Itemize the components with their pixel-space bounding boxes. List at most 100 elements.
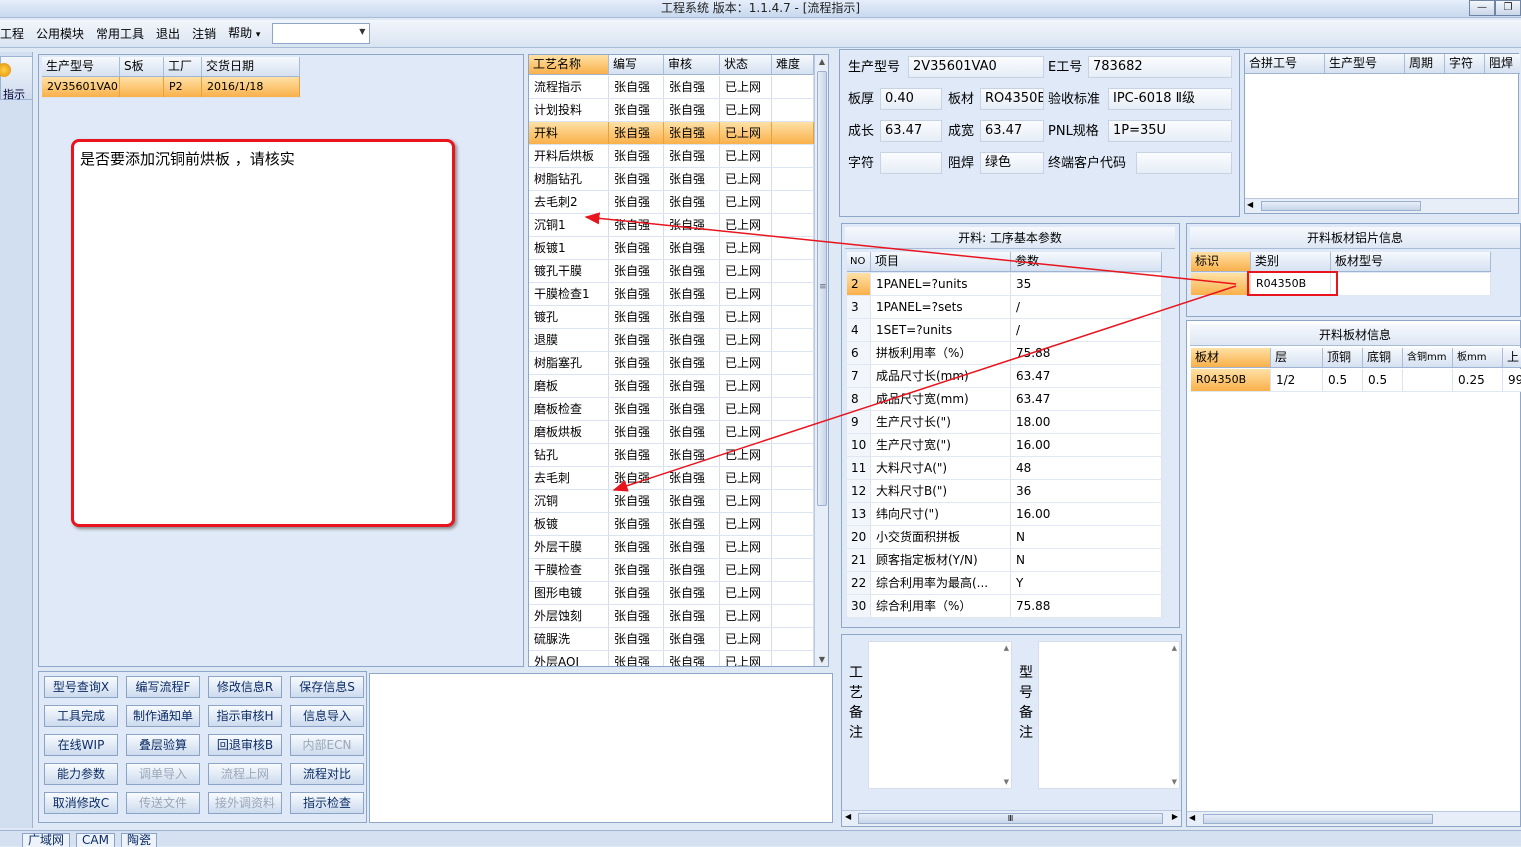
table-row[interactable]: 外层蚀刻 张自强 张自强 已上网 — [529, 605, 814, 628]
col-header-no[interactable]: NO — [847, 252, 871, 271]
restore-icon[interactable]: ❐ — [1495, 0, 1521, 16]
table-row[interactable]: 9 生产尺寸长(") 18.00 — [847, 411, 1162, 434]
tab-ceramic[interactable]: 陶瓷 — [121, 833, 158, 847]
col-header-board-mm[interactable]: 板mm — [1453, 348, 1503, 367]
field-prod-no[interactable]: 2V35601VA0 — [908, 56, 1044, 78]
table-row[interactable]: 10 生产尺寸宽(") 16.00 — [847, 434, 1162, 457]
action-button-0-1[interactable]: 编写流程F — [126, 676, 200, 698]
table-row[interactable]: 8 成品尺寸宽(mm) 63.47 — [847, 388, 1162, 411]
action-button-2-0[interactable]: 在线WIP — [44, 734, 118, 756]
action-button-1-0[interactable]: 工具完成 — [44, 705, 118, 727]
material-hscrollbar[interactable]: ◀ — [1187, 811, 1520, 826]
col-header-bottom-cu[interactable]: 底铜 — [1363, 348, 1403, 367]
tab-wan[interactable]: 广域网 — [22, 833, 71, 847]
col-header-cu-mm[interactable]: 含铜mm — [1403, 348, 1453, 367]
table-row[interactable]: 图形电镀 张自强 张自强 已上网 — [529, 582, 814, 605]
table-row[interactable]: 磨板 张自强 张自强 已上网 — [529, 375, 814, 398]
table-row[interactable]: 树脂塞孔 张自强 张自强 已上网 — [529, 352, 814, 375]
merge-hscrollbar[interactable]: ◀ — [1245, 198, 1518, 213]
table-row[interactable]: 11 大料尺寸A(") 48 — [847, 457, 1162, 480]
action-button-0-2[interactable]: 修改信息R — [208, 676, 282, 698]
toolbar-combo[interactable]: ▼ — [272, 23, 371, 44]
field-pnl[interactable]: 1P=35U — [1108, 120, 1232, 142]
col-header-item[interactable]: 项目 — [871, 252, 1011, 271]
table-row[interactable]: 退膜 张自强 张自强 已上网 — [529, 329, 814, 352]
remarks-hscrollbar[interactable]: ◀ Ⅲ ▶ — [842, 810, 1181, 826]
action-button-4-2[interactable]: 接外调资料 — [208, 792, 282, 814]
action-button-0-0[interactable]: 型号查询X — [44, 676, 118, 698]
table-row[interactable]: 镀孔干膜 张自强 张自强 已上网 — [529, 260, 814, 283]
col-header-author[interactable]: 编写 — [609, 55, 664, 74]
table-row[interactable]: 12 大料尺寸B(") 36 — [847, 480, 1162, 503]
model-remark-input[interactable]: ▲ ▼ — [1038, 641, 1180, 789]
action-button-2-1[interactable]: 叠层验算 — [126, 734, 200, 756]
action-button-1-3[interactable]: 信息导入 — [290, 705, 364, 727]
table-row[interactable]: 开料后烘板 张自强 张自强 已上网 — [529, 145, 814, 168]
table-row[interactable]: 开料 张自强 张自强 已上网 — [529, 122, 814, 145]
action-button-2-2[interactable]: 回退审核B — [208, 734, 282, 756]
table-row[interactable]: 2V35601VA0 P2 2016/1/18 — [42, 77, 300, 98]
table-row[interactable]: 干膜检查1 张自强 张自强 已上网 — [529, 283, 814, 306]
col-header-merge-prod[interactable]: 生产型号 — [1325, 54, 1405, 73]
col-header-merge-char[interactable]: 字符 — [1445, 54, 1485, 73]
col-header-top-cu[interactable]: 顶铜 — [1323, 348, 1363, 367]
menu-logout[interactable]: 注销 — [186, 21, 222, 47]
table-row[interactable]: 2 1PANEL=?units 35 — [847, 273, 1162, 296]
col-header-merge-mask[interactable]: 阻焊 — [1485, 54, 1520, 73]
table-row[interactable]: 镀孔 张自强 张自强 已上网 — [529, 306, 814, 329]
col-header-material[interactable]: 板材 — [1191, 348, 1271, 367]
table-row[interactable]: 磨板烘板 张自强 张自强 已上网 — [529, 421, 814, 444]
table-row[interactable]: 干膜检查 张自强 张自强 已上网 — [529, 559, 814, 582]
field-length[interactable]: 63.47 — [880, 120, 942, 142]
table-row[interactable]: 沉铜1 张自强 张自强 已上网 — [529, 214, 814, 237]
scroll-left-icon[interactable]: ◀ — [845, 812, 851, 821]
action-button-3-0[interactable]: 能力参数 — [44, 763, 118, 785]
scroll-thumb[interactable]: Ⅲ — [858, 813, 1163, 824]
process-scrollbar[interactable]: ▲ ≡ ▼ — [814, 55, 828, 666]
field-mask[interactable]: 绿色 — [980, 152, 1044, 174]
table-row[interactable]: 磨板检查 张自强 张自强 已上网 — [529, 398, 814, 421]
table-row[interactable]: 钻孔 张自强 张自强 已上网 — [529, 444, 814, 467]
tab-cam[interactable]: CAM — [76, 833, 115, 847]
col-header-s-board[interactable]: S板 — [120, 57, 164, 76]
field-customer[interactable] — [1136, 152, 1232, 174]
table-row[interactable]: 计划投料 张自强 张自强 已上网 — [529, 99, 814, 122]
col-header-delivery-date[interactable]: 交货日期 — [202, 57, 300, 76]
log-textarea[interactable] — [369, 673, 833, 823]
table-row[interactable]: 硫脲洗 张自强 张自强 已上网 — [529, 628, 814, 651]
menu-help[interactable]: 帮助 ▾ — [222, 20, 266, 48]
menu-common-modules[interactable]: 公用模块 — [30, 21, 90, 47]
scroll-down-icon[interactable]: ▼ — [1172, 778, 1177, 786]
table-row[interactable]: 3 1PANEL=?sets / — [847, 296, 1162, 319]
action-button-1-1[interactable]: 制作通知单 — [126, 705, 200, 727]
table-row[interactable]: 13 纬向尺寸(") 16.00 — [847, 503, 1162, 526]
scroll-up-icon[interactable]: ▲ — [815, 55, 828, 69]
menu-common-tools[interactable]: 常用工具 — [90, 21, 150, 47]
col-header-param[interactable]: 参数 — [1011, 252, 1162, 271]
scroll-right-icon[interactable]: ▶ — [1172, 812, 1178, 821]
field-width[interactable]: 63.47 — [980, 120, 1044, 142]
col-header-layer[interactable]: 层 — [1271, 348, 1323, 367]
scroll-up-icon[interactable]: ▲ — [1172, 644, 1177, 652]
field-e-no[interactable]: 783682 — [1088, 56, 1232, 78]
table-row[interactable]: 板镀1 张自强 张自强 已上网 — [529, 237, 814, 260]
scroll-thumb[interactable] — [1203, 814, 1433, 824]
table-row[interactable]: 流程指示 张自强 张自强 已上网 — [529, 76, 814, 99]
table-row[interactable]: 外层AOI 张自强 张自强 已上网 — [529, 651, 814, 666]
instruction-button[interactable]: 指示 — [0, 56, 33, 101]
col-header-prod-no[interactable]: 生产型号 — [42, 57, 120, 76]
col-header-cycle[interactable]: 周期 — [1405, 54, 1445, 73]
table-row[interactable]: 树脂钻孔 张自强 张自强 已上网 — [529, 168, 814, 191]
table-row[interactable]: 6 拼板利用率（%） 75.88 — [847, 342, 1162, 365]
scroll-up-icon[interactable]: ▲ — [1004, 644, 1009, 652]
col-header-sheet-model[interactable]: 板材型号 — [1331, 252, 1491, 271]
table-row[interactable]: 4 1SET=?units / — [847, 319, 1162, 342]
field-standard[interactable]: IPC-6018 Ⅱ级 — [1108, 88, 1232, 110]
col-header-factory[interactable]: 工厂 — [164, 57, 202, 76]
minimize-icon[interactable]: — — [1469, 0, 1495, 16]
field-char[interactable] — [880, 152, 942, 174]
action-button-4-3[interactable]: 指示检查 — [290, 792, 364, 814]
scroll-down-icon[interactable]: ▼ — [1004, 778, 1009, 786]
action-button-3-3[interactable]: 流程对比 — [290, 763, 364, 785]
scroll-thumb[interactable]: ≡ — [817, 71, 827, 506]
